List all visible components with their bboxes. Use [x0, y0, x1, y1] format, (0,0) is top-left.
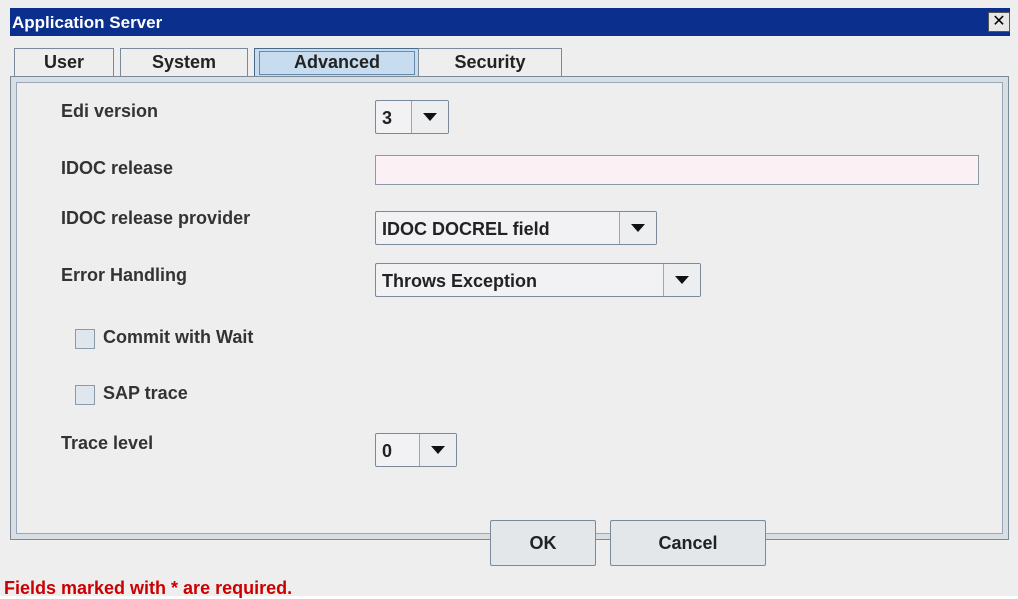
- edi-version-label: Edi version: [61, 101, 159, 121]
- cancel-button[interactable]: Cancel: [610, 520, 766, 566]
- chevron-down-icon[interactable]: [419, 434, 456, 466]
- error-handling-combo[interactable]: Throws Exception: [375, 263, 701, 297]
- commit-with-wait-checkbox[interactable]: [75, 329, 95, 349]
- close-button[interactable]: ✕: [988, 12, 1010, 32]
- idoc-release-label: IDOC release: [61, 158, 174, 178]
- ok-button[interactable]: OK: [490, 520, 596, 566]
- idoc-release-provider-combo[interactable]: IDOC DOCREL field: [375, 211, 657, 245]
- dialog-client: User System Advanced Security Edi versio…: [10, 36, 1010, 596]
- error-handling-value: Throws Exception: [382, 271, 538, 291]
- trace-level-combo[interactable]: 0: [375, 433, 457, 467]
- close-icon: ✕: [992, 13, 1006, 30]
- application-server-dialog: Application Server ✕ User System Advance…: [0, 0, 1018, 598]
- sap-trace-label[interactable]: SAP trace: [103, 383, 188, 404]
- edi-version-combo[interactable]: 3: [375, 100, 449, 134]
- chevron-down-icon[interactable]: [411, 101, 448, 133]
- idoc-release-provider-value: IDOC DOCREL field: [382, 219, 550, 239]
- tab-system[interactable]: System: [120, 48, 248, 77]
- tab-label: Advanced: [259, 51, 415, 75]
- window-title: Application Server: [12, 13, 163, 32]
- tab-user[interactable]: User: [14, 48, 114, 77]
- chevron-down-icon[interactable]: [663, 264, 700, 296]
- tab-label: System: [151, 52, 217, 72]
- tab-label: User: [43, 52, 85, 72]
- chevron-down-icon[interactable]: [619, 212, 656, 244]
- trace-level-value: 0: [382, 441, 393, 461]
- advanced-panel-content: Edi version 3 IDOC release IDOC release …: [16, 82, 1003, 534]
- tab-label: Security: [454, 52, 526, 72]
- edi-version-value: 3: [382, 108, 393, 128]
- idoc-release-provider-label: IDOC release provider: [61, 208, 251, 228]
- idoc-release-field[interactable]: [375, 155, 979, 185]
- tab-security[interactable]: Security: [418, 48, 562, 77]
- advanced-panel: Edi version 3 IDOC release IDOC release …: [10, 76, 1009, 540]
- trace-level-label: Trace level: [61, 433, 154, 453]
- sap-trace-checkbox[interactable]: [75, 385, 95, 405]
- tab-advanced[interactable]: Advanced: [254, 48, 420, 77]
- commit-with-wait-label[interactable]: Commit with Wait: [103, 327, 253, 348]
- title-bar[interactable]: Application Server ✕: [10, 8, 1010, 36]
- error-handling-label: Error Handling: [61, 265, 188, 285]
